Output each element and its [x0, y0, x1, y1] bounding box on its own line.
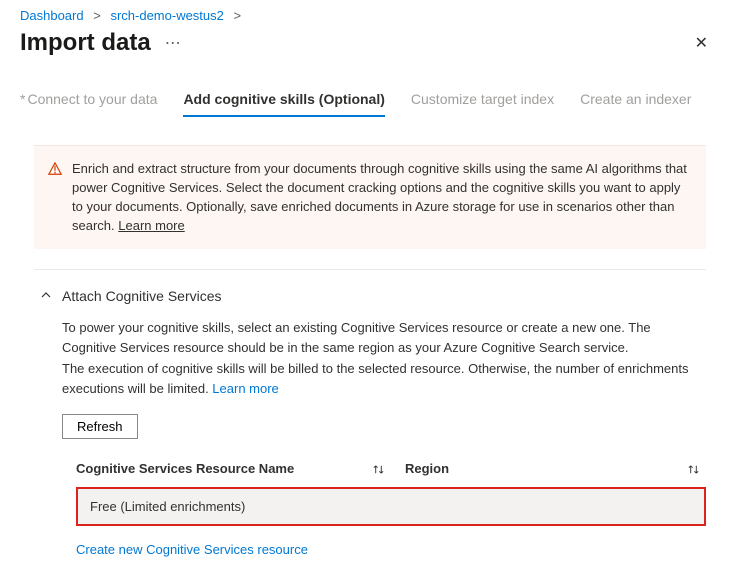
info-banner-text: Enrich and extract structure from your d… [72, 160, 690, 235]
breadcrumb-sep: > [93, 8, 101, 23]
tab-skills-label: Add cognitive skills (Optional) [183, 91, 384, 107]
breadcrumb-sep: > [234, 8, 242, 23]
col-resource-name: Cognitive Services Resource Name [76, 459, 372, 479]
section-title: Attach Cognitive Services [62, 288, 222, 304]
resource-table: Cognitive Services Resource Name Region … [76, 453, 706, 526]
tab-index-label: Customize target index [411, 91, 554, 107]
close-icon[interactable]: ✕ [689, 27, 714, 59]
section-desc-2: The execution of cognitive skills will b… [62, 359, 706, 398]
section-desc-2-text: The execution of cognitive skills will b… [62, 361, 688, 396]
tab-target-index[interactable]: Customize target index [411, 91, 554, 117]
row-resource-name: Free (Limited enrichments) [90, 499, 245, 514]
info-banner: Enrich and extract structure from your d… [34, 145, 706, 249]
banner-learn-more-link[interactable]: Learn more [118, 218, 184, 233]
breadcrumb-dashboard[interactable]: Dashboard [20, 8, 84, 23]
more-actions-icon[interactable]: ⋯ [165, 33, 183, 53]
tab-connect-label: Connect to your data [27, 91, 157, 107]
breadcrumb: Dashboard > srch-demo-westus2 > [0, 0, 734, 27]
sort-icon[interactable] [372, 463, 385, 476]
tab-cognitive-skills[interactable]: Add cognitive skills (Optional) [183, 91, 384, 117]
section-desc-1: To power your cognitive skills, select a… [62, 318, 706, 357]
table-row[interactable]: Free (Limited enrichments) [76, 487, 706, 527]
section-learn-more-link[interactable]: Learn more [212, 381, 278, 396]
table-header: Cognitive Services Resource Name Region [76, 453, 706, 485]
tab-create-indexer[interactable]: Create an indexer [580, 91, 691, 117]
tab-connect-data[interactable]: *Connect to your data [20, 91, 157, 117]
refresh-button[interactable]: Refresh [62, 414, 138, 439]
section-body: To power your cognitive skills, select a… [0, 314, 734, 572]
sort-icon[interactable] [687, 463, 700, 476]
page-title: Import data [20, 29, 151, 57]
tab-indexer-label: Create an indexer [580, 91, 691, 107]
wizard-tabs: *Connect to your data Add cognitive skil… [0, 67, 734, 117]
chevron-up-icon [40, 289, 52, 304]
section-attach-toggle[interactable]: Attach Cognitive Services [0, 270, 734, 314]
breadcrumb-service[interactable]: srch-demo-westus2 [110, 8, 223, 23]
warning-icon [48, 160, 62, 235]
col-region: Region [405, 459, 449, 479]
create-resource-link[interactable]: Create new Cognitive Services resource [76, 540, 308, 560]
title-bar: Import data ⋯ ✕ [0, 27, 734, 67]
